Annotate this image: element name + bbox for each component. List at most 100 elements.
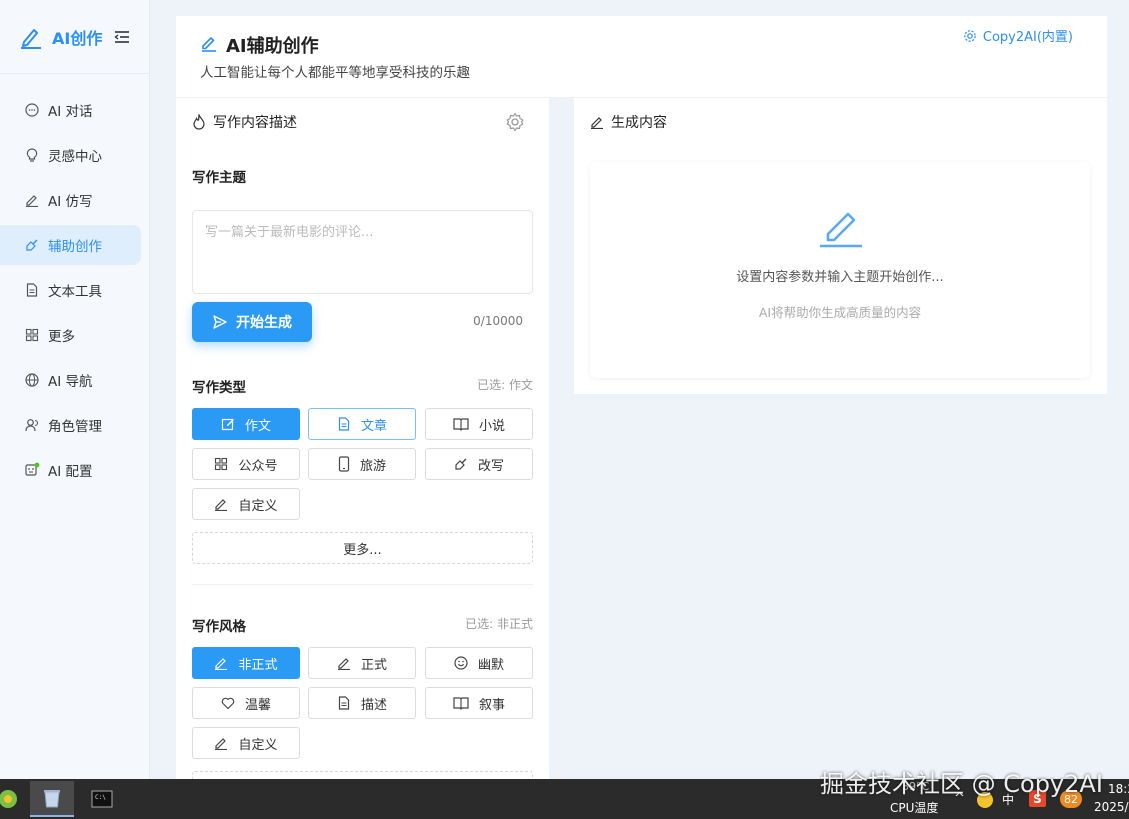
writing-style-selected: 已选: 非正式 <box>465 617 533 631</box>
settings-gear-icon[interactable] <box>505 112 525 132</box>
chip-label: 文章 <box>360 418 387 434</box>
chip-label: 旅游 <box>359 458 386 474</box>
sidebar-item-label: 辅助创作 <box>48 239 102 255</box>
taskbar-app-green[interactable] <box>0 781 30 817</box>
taskbar-app-recycle[interactable] <box>30 781 74 817</box>
sidebar-item-assist-writing[interactable]: 辅助创作 <box>0 225 141 265</box>
sidebar-item-ai-chat[interactable]: AI 对话 <box>0 90 141 130</box>
sidebar-item-label: 更多 <box>48 329 75 345</box>
topic-input[interactable]: 写一篇关于最新电影的评论... <box>192 210 533 294</box>
chip-label: 自定义 <box>238 737 278 753</box>
style-chip-humor[interactable]: 幽默 <box>425 647 533 679</box>
type-chip-custom[interactable]: 自定义 <box>192 488 300 520</box>
sidebar-item-more[interactable]: 更多 <box>0 315 141 355</box>
sidebar-item-ai-imitate[interactable]: AI 仿写 <box>0 180 141 220</box>
style-chip-descriptive[interactable]: 描述 <box>308 687 416 719</box>
pen-logo-icon <box>18 24 44 50</box>
logo[interactable]: AI创作 <box>0 0 149 74</box>
type-chip-wechat[interactable]: 公众号 <box>192 448 300 480</box>
empty-state-hint: AI将帮助你生成高质量的内容 <box>758 305 922 320</box>
section-header-generated: 生成内容 <box>590 112 667 132</box>
section-header-description: 写作内容描述 <box>192 112 297 132</box>
chat-icon <box>24 102 40 118</box>
more-styles-button[interactable] <box>192 771 533 779</box>
type-chip-essay[interactable]: 作文 <box>192 408 300 440</box>
section-title: 写作内容描述 <box>213 115 297 131</box>
sidebar: AI创作 AI 对话 灵感中心 AI 仿写 辅助创作 文本工具 更多 AI 导航… <box>0 0 150 779</box>
grid-icon <box>24 327 40 343</box>
empty-state-card: 设置内容参数并输入主题开始创作... AI将帮助你生成高质量的内容 <box>590 162 1090 378</box>
edit-square-icon <box>221 418 234 431</box>
style-chip-warm[interactable]: 温馨 <box>192 687 300 719</box>
sidebar-item-inspiration[interactable]: 灵感中心 <box>0 135 141 175</box>
chip-label: 自定义 <box>238 498 278 514</box>
sidebar-item-ai-nav[interactable]: AI 导航 <box>0 360 141 400</box>
more-types-button[interactable]: 更多... <box>192 532 533 564</box>
pen-icon <box>215 738 228 750</box>
char-counter: 0/10000 <box>473 314 523 328</box>
sidebar-item-role-management[interactable]: 角色管理 <box>0 405 141 445</box>
recycle-bin-icon <box>44 790 60 808</box>
book-icon <box>453 418 469 431</box>
chip-label: 正式 <box>360 657 387 673</box>
sidebar-item-label: 灵感中心 <box>48 149 102 165</box>
writing-type-label: 写作类型 <box>192 380 246 396</box>
chip-label: 描述 <box>360 697 387 713</box>
start-generate-button[interactable]: 开始生成 <box>192 302 312 342</box>
chip-label: 公众号 <box>238 458 278 474</box>
divider <box>192 584 533 585</box>
writing-config-panel: 写作内容描述 写作主题 写一篇关于最新电影的评论... 开始生成 0/10000… <box>176 98 549 779</box>
type-chip-novel[interactable]: 小说 <box>425 408 533 440</box>
chip-label: 作文 <box>244 418 271 434</box>
settings-icon <box>964 29 976 42</box>
globe-icon <box>24 372 40 388</box>
pen-icon <box>591 117 603 129</box>
flame-icon <box>193 114 205 130</box>
copy2ai-link[interactable]: Copy2AI(内置) <box>963 26 1073 45</box>
sidebar-item-label: AI 对话 <box>48 104 93 120</box>
writing-type-selected: 已选: 作文 <box>477 378 533 392</box>
copy2ai-link-label: Copy2AI(内置) <box>982 30 1073 45</box>
robot-icon <box>24 462 40 478</box>
document-icon <box>338 696 350 710</box>
svg-text:C:\: C:\ <box>95 794 106 801</box>
chip-label: 温馨 <box>244 697 271 713</box>
bulb-icon <box>24 147 40 163</box>
writing-style-label: 写作风格 <box>192 619 246 635</box>
pen-icon <box>337 658 350 670</box>
style-chip-informal[interactable]: 非正式 <box>192 647 300 679</box>
phone-icon <box>338 456 350 472</box>
grid-icon <box>215 457 228 471</box>
chip-label: 幽默 <box>477 657 504 673</box>
taskbar-app-terminal[interactable]: C:\ <box>80 781 124 817</box>
empty-state-message: 设置内容参数并输入主题开始创作... <box>736 270 944 285</box>
start-generate-label: 开始生成 <box>236 315 292 331</box>
heart-icon <box>221 697 235 710</box>
chip-label: 改写 <box>477 458 504 474</box>
style-chip-narrative[interactable]: 叙事 <box>425 687 533 719</box>
sidebar-item-text-tools[interactable]: 文本工具 <box>0 270 141 310</box>
clock-time[interactable]: 18:2 <box>1108 782 1129 796</box>
clock-date[interactable]: 2025/0 <box>1094 800 1129 814</box>
smile-icon <box>454 656 468 670</box>
section-title: 生成内容 <box>611 115 667 131</box>
cpu-temp-label: CPU温度 <box>890 801 939 815</box>
pen-icon <box>215 658 228 670</box>
sidebar-item-label: AI 配置 <box>48 464 93 480</box>
type-chip-rewrite[interactable]: 改写 <box>425 448 533 480</box>
chip-label: 叙事 <box>478 697 505 713</box>
sidebar-item-ai-config[interactable]: AI 配置 <box>0 450 141 490</box>
style-chip-formal[interactable]: 正式 <box>308 647 416 679</box>
sidebar-item-label: AI 仿写 <box>48 194 93 210</box>
pen-icon <box>215 499 228 511</box>
pen-title-icon <box>200 34 218 56</box>
pen-icon <box>24 192 40 208</box>
users-icon <box>24 417 40 433</box>
style-chip-custom[interactable]: 自定义 <box>192 727 300 759</box>
collapse-menu-icon[interactable] <box>114 29 130 45</box>
sidebar-nav: AI 对话 灵感中心 AI 仿写 辅助创作 文本工具 更多 AI 导航 角色管理… <box>0 74 149 490</box>
type-chip-article[interactable]: 文章 <box>308 408 416 440</box>
type-chip-travel[interactable]: 旅游 <box>308 448 416 480</box>
chip-label: 小说 <box>478 418 505 434</box>
sidebar-item-label: AI 导航 <box>48 374 93 390</box>
